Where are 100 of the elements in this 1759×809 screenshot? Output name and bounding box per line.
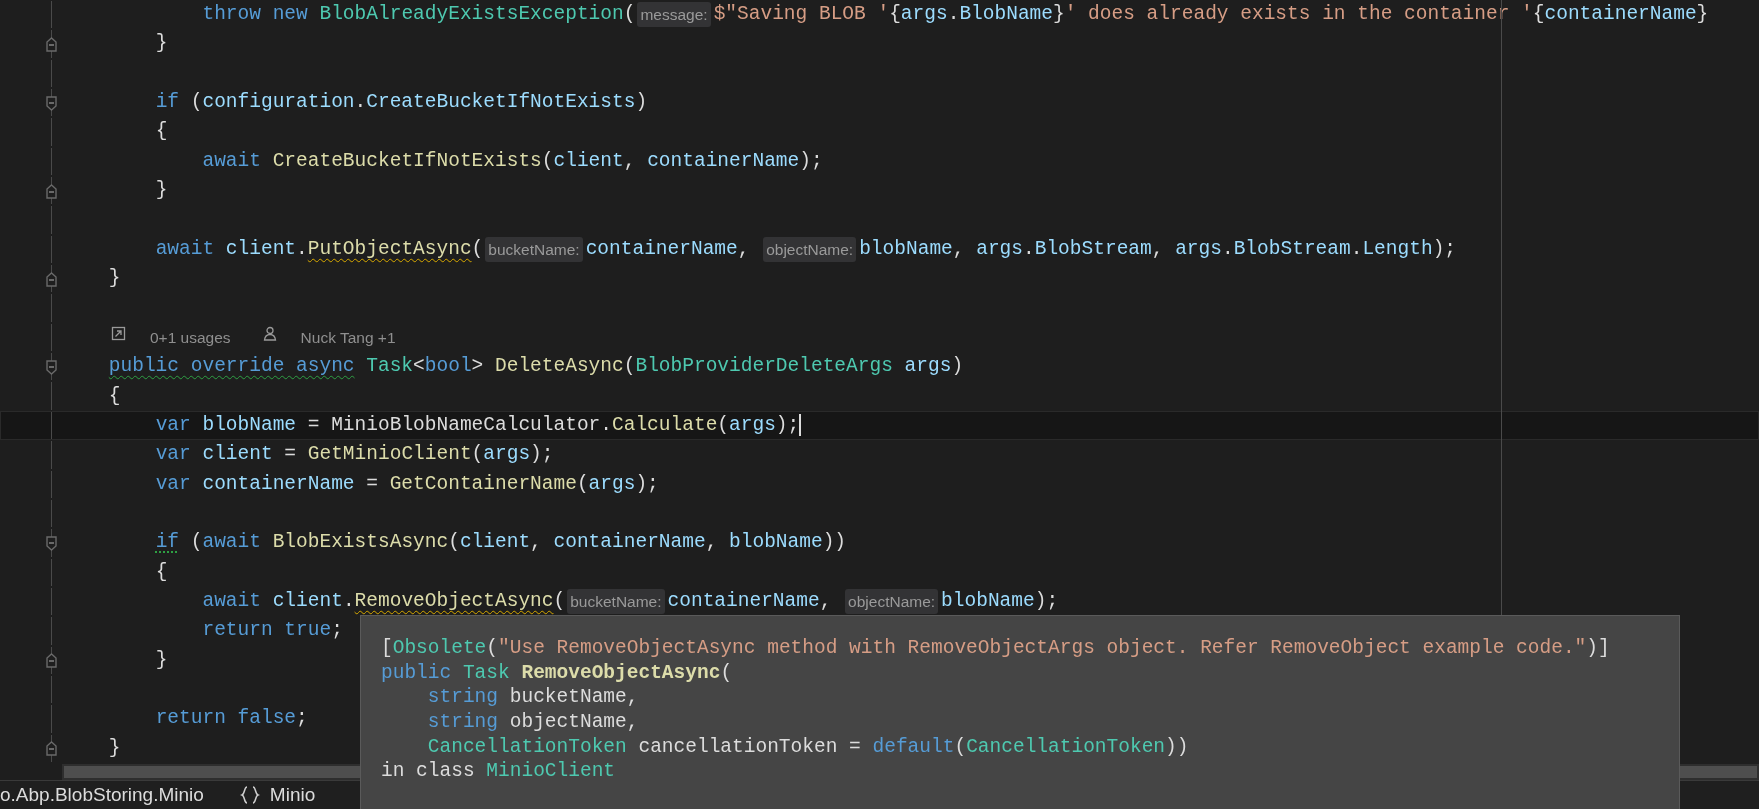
identifier: containerName: [647, 148, 800, 174]
method-name: DeleteAsync: [494, 354, 624, 380]
identifier: args: [588, 471, 636, 497]
keyword: var: [155, 412, 191, 438]
code-text: )): [1165, 735, 1189, 758]
identifier: Length: [1362, 236, 1433, 262]
type-name: CancellationToken: [966, 735, 1166, 758]
code-text: (: [717, 412, 730, 438]
person-icon: [262, 325, 277, 341]
parameter-hint: bucketName:: [567, 588, 665, 615]
keyword: if: [155, 90, 180, 116]
code-text: <: [413, 354, 425, 380]
collapse-icon[interactable]: [46, 37, 57, 52]
code-text: (: [448, 530, 460, 556]
code-text: }: [155, 31, 168, 57]
keyword: string: [427, 711, 499, 734]
keyword: await: [155, 236, 215, 262]
method-name: RemoveObjectAsync: [520, 661, 721, 684]
code-text: (: [720, 661, 733, 684]
code-text: objectName,: [508, 711, 639, 734]
braces-icon: [239, 785, 260, 805]
code-text: }: [155, 647, 168, 673]
collapse-icon[interactable]: [46, 95, 57, 111]
collapse-icon[interactable]: [46, 741, 57, 757]
method-name: CreateBucketIfNotExists: [271, 148, 542, 174]
keyword: var: [155, 442, 191, 468]
keyword: string: [427, 686, 499, 709]
code-text: [: [381, 637, 393, 659]
collapse-icon[interactable]: [46, 271, 57, 287]
code-text: (: [541, 148, 554, 174]
identifier: configuration: [202, 90, 355, 116]
code-text: (: [486, 637, 499, 659]
identifier: args: [900, 2, 948, 28]
identifier: client: [201, 442, 273, 468]
code-text: {: [155, 119, 168, 145]
type-name: MinioClient: [485, 760, 616, 783]
code-text: );: [635, 471, 659, 497]
collapse-icon[interactable]: [46, 653, 57, 669]
code-text: (: [623, 2, 636, 28]
collapse-icon[interactable]: [46, 535, 57, 551]
method-name: GetContainerName: [388, 471, 577, 497]
codelens-link[interactable]: Nuck Tang +1: [300, 325, 396, 350]
identifier: blobName: [729, 530, 823, 556]
type-name: CancellationToken: [427, 735, 627, 758]
codelens-link[interactable]: 0+1 usages: [150, 325, 231, 350]
code-text: )]: [1586, 637, 1610, 659]
keyword: var: [155, 471, 191, 497]
keyword: public: [381, 661, 452, 684]
code-text: bucketName,: [508, 686, 639, 709]
identifier: args: [903, 354, 952, 380]
identifier: containerName: [585, 236, 738, 262]
breadcrumb-item[interactable]: Minio: [269, 780, 316, 809]
code-text: (: [553, 588, 566, 614]
keyword: throw new: [202, 2, 308, 28]
identifier: args: [1175, 236, 1222, 262]
keyword: await: [202, 588, 261, 614]
string-literal: $"Saving BLOB ': [713, 2, 890, 28]
keyword: bool: [424, 354, 472, 380]
identifier: args: [729, 412, 776, 438]
identifier: client: [459, 530, 531, 556]
identifier: containerName: [201, 471, 355, 497]
code-text: ;: [296, 706, 308, 732]
identifier: BlobStream: [1233, 236, 1351, 262]
keyword: public override async: [108, 354, 355, 380]
code-text: );: [799, 148, 823, 174]
code-text: ): [635, 90, 648, 116]
type-name: Task: [365, 354, 414, 380]
code-text: ,: [705, 530, 719, 556]
code-text: =: [365, 471, 378, 497]
collapse-icon[interactable]: [46, 183, 57, 199]
code-text: .: [947, 2, 960, 28]
identifier: BlobName: [959, 2, 1053, 28]
method-name: BlobExistsAsync: [271, 530, 449, 556]
code-text: (: [189, 90, 203, 116]
code-text: (: [623, 354, 636, 380]
breadcrumb-item[interactable]: o.Abp.BlobStoring.Minio: [0, 780, 204, 809]
method-name: Calculate: [612, 412, 718, 438]
code-text: ,: [819, 588, 833, 614]
identifier: blobName: [201, 412, 297, 438]
code-text: (: [576, 471, 589, 497]
keyword: await: [202, 530, 261, 556]
identifier: containerName: [1544, 2, 1697, 28]
collapse-icon[interactable]: [46, 359, 57, 375]
keyword: return true: [202, 618, 332, 644]
code-text: {: [155, 559, 168, 585]
parameter-hint: objectName:: [763, 236, 857, 263]
type-name: Task: [461, 661, 510, 684]
code-text: ): [951, 354, 964, 380]
type-name: BlobAlreadyExistsException: [318, 2, 624, 28]
parameter-hint: bucketName:: [485, 236, 583, 263]
code-text: }: [108, 735, 121, 761]
type-name: Obsolete: [392, 637, 487, 659]
code-text: ,: [737, 236, 751, 262]
code-text: }: [1053, 2, 1065, 28]
parameter-hint: objectName:: [845, 588, 939, 615]
code-text: );: [1034, 588, 1059, 614]
code-text: }: [155, 178, 168, 204]
code-text: {: [889, 2, 901, 28]
identifier: containerName: [553, 530, 706, 556]
code-text: ,: [1151, 236, 1165, 262]
